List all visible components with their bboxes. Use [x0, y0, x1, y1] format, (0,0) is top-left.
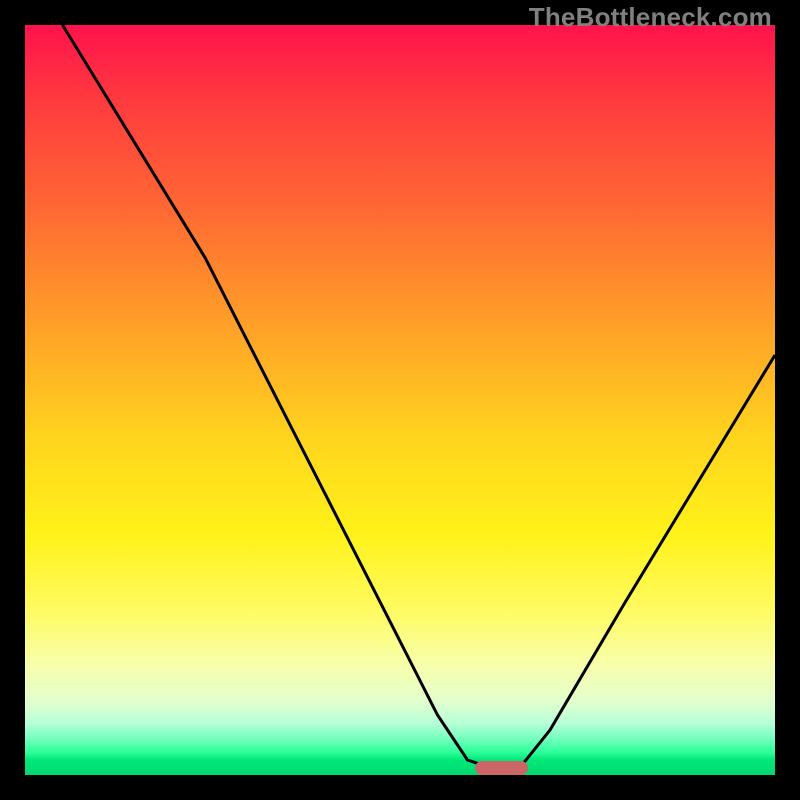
watermark-text: TheBottleneck.com — [529, 2, 772, 33]
curve-svg — [25, 25, 775, 775]
chart-frame: TheBottleneck.com — [0, 0, 800, 800]
bottleneck-curve — [63, 25, 776, 768]
optimal-marker — [475, 761, 528, 775]
